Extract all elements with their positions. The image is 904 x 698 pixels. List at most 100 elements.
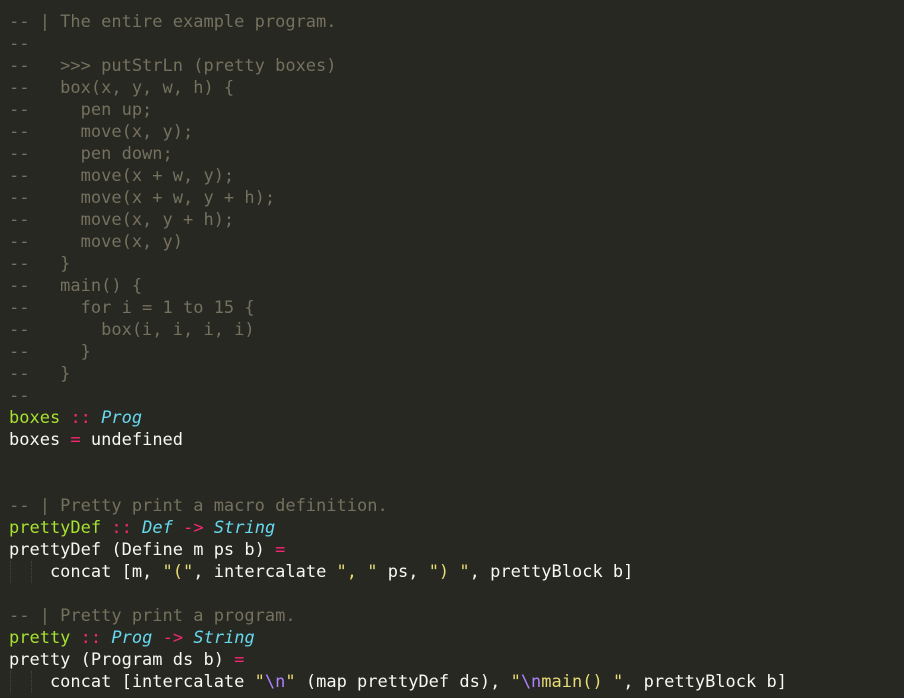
code-line[interactable]: -- >>> putStrLn (pretty boxes): [9, 55, 904, 77]
string-token: ", ": [336, 562, 378, 582]
operator-token: =: [70, 430, 81, 450]
code-token: , intercalate: [193, 562, 337, 582]
code-line[interactable]: -- box(i, i, i, i): [9, 319, 904, 341]
code-line[interactable]: -- main() {: [9, 275, 904, 297]
operator-token: =: [234, 650, 245, 670]
code-line[interactable]: -- move(x + w, y + h);: [9, 187, 904, 209]
type-token: Prog: [111, 628, 153, 648]
code-line[interactable]: -- | Pretty print a program.: [9, 605, 904, 627]
comment-token: -- move(x, y): [9, 232, 183, 252]
code-line[interactable]: boxes :: Prog: [9, 407, 904, 429]
code-token: boxes: [9, 430, 71, 450]
operator-token: ->: [162, 628, 184, 648]
comment-token: -- for i = 1 to 15 {: [9, 298, 255, 318]
string-token: ": [285, 672, 296, 692]
string-token: main() ": [541, 672, 624, 692]
comment-token: --: [9, 386, 30, 406]
code-line[interactable]: -- for i = 1 to 15 {: [9, 297, 904, 319]
operator-token: ::: [111, 518, 132, 538]
code-line[interactable]: [9, 451, 904, 473]
code-token: , prettyBlock b]: [623, 672, 787, 692]
code-line[interactable]: concat [intercalate "\n" (map prettyDef …: [9, 671, 904, 693]
indent-guide: [31, 561, 32, 583]
operator-token: ::: [70, 408, 91, 428]
type-token: String: [193, 628, 255, 648]
indent-guide: [31, 671, 32, 693]
code-token: concat [m,: [9, 562, 163, 582]
code-line[interactable]: -- pen down;: [9, 143, 904, 165]
comment-token: -- }: [9, 254, 71, 274]
operator-token: ->: [183, 518, 204, 538]
code-line[interactable]: --: [9, 33, 904, 55]
escape-sequence-token: \n: [264, 672, 286, 692]
code-line[interactable]: [9, 473, 904, 495]
string-token: ") ": [428, 562, 470, 582]
indent-guide: [10, 561, 11, 583]
comment-token: -- }: [9, 364, 71, 384]
code-line[interactable]: --: [9, 385, 904, 407]
function-name-token: pretty: [9, 628, 71, 648]
comment-token: -- pen up;: [9, 100, 153, 120]
comment-token: -- box(i, i, i, i): [9, 320, 255, 340]
comment-token: -- }: [9, 342, 91, 362]
comment-token: --: [9, 34, 30, 54]
code-line[interactable]: -- move(x, y + h);: [9, 209, 904, 231]
code-line[interactable]: prettyDef :: Def -> String: [9, 517, 904, 539]
comment-token: -- move(x + w, y + h);: [9, 188, 276, 208]
code-line[interactable]: -- box(x, y, w, h) {: [9, 77, 904, 99]
code-token: ps,: [377, 562, 429, 582]
comment-token: -- | Pretty print a program.: [9, 606, 296, 626]
code-token: prettyDef (Define m ps b): [9, 540, 276, 560]
code-line[interactable]: -- move(x, y): [9, 231, 904, 253]
string-token: ": [254, 672, 265, 692]
code-line[interactable]: -- pen up;: [9, 99, 904, 121]
code-line[interactable]: -- | The entire example program.: [9, 11, 904, 33]
code-line[interactable]: -- | Pretty print a macro definition.: [9, 495, 904, 517]
comment-token: -- main() {: [9, 276, 143, 296]
code-token: concat [intercalate: [9, 672, 255, 692]
code-token: undefined: [80, 430, 184, 450]
code-line[interactable]: [9, 583, 904, 605]
function-name-token: prettyDef: [9, 518, 102, 538]
operator-token: =: [275, 540, 286, 560]
comment-token: -- | The entire example program.: [9, 12, 337, 32]
code-token: pretty (Program ds b): [9, 650, 235, 670]
code-line[interactable]: -- move(x + w, y);: [9, 165, 904, 187]
code-line[interactable]: pretty :: Prog -> String: [9, 627, 904, 649]
type-token: Prog: [101, 408, 143, 428]
type-token: Def: [142, 518, 173, 538]
indent-guide: [10, 671, 11, 693]
comment-token: -- move(x, y);: [9, 122, 194, 142]
escape-sequence-token: \n: [520, 672, 542, 692]
string-token: ": [510, 672, 521, 692]
code-line[interactable]: prettyDef (Define m ps b) =: [9, 539, 904, 561]
code-line[interactable]: -- move(x, y);: [9, 121, 904, 143]
comment-token: -- box(x, y, w, h) {: [9, 78, 235, 98]
code-line[interactable]: -- }: [9, 363, 904, 385]
code-token: (map prettyDef ds),: [295, 672, 511, 692]
comment-token: -- move(x + w, y);: [9, 166, 235, 186]
code-token: , prettyBlock b]: [469, 562, 634, 582]
code-line[interactable]: boxes = undefined: [9, 429, 904, 451]
comment-token: -- move(x, y + h);: [9, 210, 235, 230]
comment-token: -- | Pretty print a macro definition.: [9, 496, 388, 516]
function-name-token: boxes: [9, 408, 61, 428]
comment-token: -- pen down;: [9, 144, 173, 164]
operator-token: ::: [80, 628, 102, 648]
code-line[interactable]: -- }: [9, 253, 904, 275]
type-token: String: [213, 518, 276, 538]
code-line[interactable]: pretty (Program ds b) =: [9, 649, 904, 671]
code-line[interactable]: concat [m, "(", intercalate ", " ps, ") …: [9, 561, 904, 583]
string-token: "(": [162, 562, 194, 582]
code-editor[interactable]: -- | The entire example program. -- -- >>>…: [0, 0, 904, 693]
comment-token: -- >>> putStrLn (pretty boxes): [9, 56, 337, 76]
code-line[interactable]: -- }: [9, 341, 904, 363]
